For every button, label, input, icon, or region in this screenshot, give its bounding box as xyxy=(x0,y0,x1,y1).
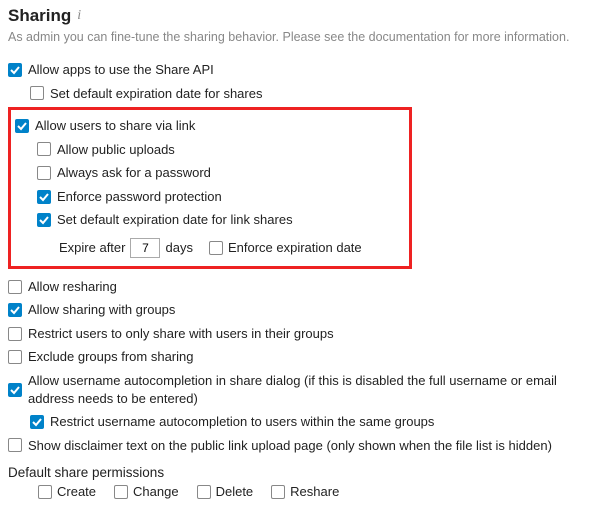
public-uploads-label: Allow public uploads xyxy=(57,141,175,159)
disclaimer-label: Show disclaimer text on the public link … xyxy=(28,437,552,455)
default-perms-heading: Default share permissions xyxy=(8,465,606,480)
exclude-groups-checkbox[interactable] xyxy=(8,350,22,364)
restrict-autocomplete-label: Restrict username autocompletion to user… xyxy=(50,413,434,431)
sharing-groups-checkbox[interactable] xyxy=(8,303,22,317)
info-icon[interactable]: i xyxy=(77,8,81,24)
perm-delete-label: Delete xyxy=(216,484,254,499)
perm-create-label: Create xyxy=(57,484,96,499)
default-exp-label: Set default expiration date for shares xyxy=(50,85,262,103)
expire-days-input[interactable] xyxy=(130,238,160,258)
enforce-exp-label: Enforce expiration date xyxy=(228,240,362,255)
share-link-section: Allow users to share via link Allow publ… xyxy=(8,107,412,269)
default-exp-checkbox[interactable] xyxy=(30,86,44,100)
default-exp-link-label: Set default expiration date for link sha… xyxy=(57,211,293,229)
perm-reshare-checkbox[interactable] xyxy=(271,485,285,499)
page-title-text: Sharing xyxy=(8,6,71,26)
sharing-groups-label: Allow sharing with groups xyxy=(28,301,175,319)
restrict-groups-label: Restrict users to only share with users … xyxy=(28,325,334,343)
perm-delete-checkbox[interactable] xyxy=(197,485,211,499)
share-api-checkbox[interactable] xyxy=(8,63,22,77)
share-link-checkbox[interactable] xyxy=(15,119,29,133)
default-exp-link-checkbox[interactable] xyxy=(37,213,51,227)
resharing-label: Allow resharing xyxy=(28,278,117,296)
expire-prefix: Expire after xyxy=(59,240,125,255)
enforce-password-label: Enforce password protection xyxy=(57,188,222,206)
enforce-exp-checkbox[interactable] xyxy=(209,241,223,255)
ask-password-label: Always ask for a password xyxy=(57,164,211,182)
autocomplete-checkbox[interactable] xyxy=(8,383,22,397)
enforce-password-checkbox[interactable] xyxy=(37,190,51,204)
public-uploads-checkbox[interactable] xyxy=(37,142,51,156)
restrict-groups-checkbox[interactable] xyxy=(8,327,22,341)
autocomplete-label: Allow username autocompletion in share d… xyxy=(28,372,606,407)
share-link-label: Allow users to share via link xyxy=(35,117,195,135)
ask-password-checkbox[interactable] xyxy=(37,166,51,180)
perm-reshare-label: Reshare xyxy=(290,484,339,499)
share-api-label: Allow apps to use the Share API xyxy=(28,61,214,79)
resharing-checkbox[interactable] xyxy=(8,280,22,294)
subtitle: As admin you can fine-tune the sharing b… xyxy=(8,30,606,44)
exclude-groups-label: Exclude groups from sharing xyxy=(28,348,193,366)
perm-create-checkbox[interactable] xyxy=(38,485,52,499)
default-perms-row: Create Change Delete Reshare xyxy=(8,484,606,499)
restrict-autocomplete-checkbox[interactable] xyxy=(30,415,44,429)
perm-change-checkbox[interactable] xyxy=(114,485,128,499)
perm-change-label: Change xyxy=(133,484,179,499)
page-title: Sharing i xyxy=(8,6,606,26)
disclaimer-checkbox[interactable] xyxy=(8,438,22,452)
expire-suffix: days xyxy=(165,240,192,255)
